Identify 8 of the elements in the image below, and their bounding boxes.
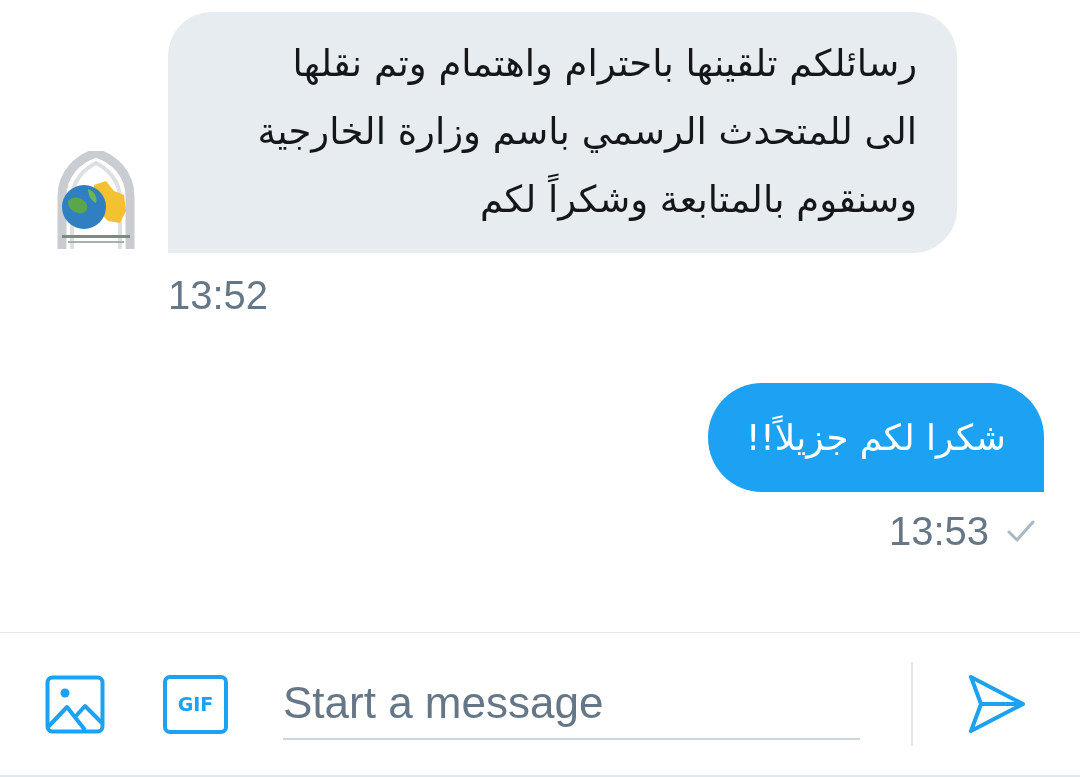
message-input[interactable]: Start a message xyxy=(283,668,860,740)
message-text: رسائلكم تلقينها باحترام واهتمام وتم نقلها الى للمتحدث الرسمي باسم وزارة الخارجية وسنقوم بالمتابعة وشكراً لكم xyxy=(256,41,917,223)
message-time: 13:52 xyxy=(168,272,269,318)
send-icon[interactable] xyxy=(968,674,1026,734)
message-text: شكرا لكم جزيلاً!! xyxy=(745,414,1006,461)
gif-button[interactable]: GIF xyxy=(163,674,228,734)
message-time: 13:53 xyxy=(888,508,989,554)
image-icon[interactable] xyxy=(45,674,105,734)
